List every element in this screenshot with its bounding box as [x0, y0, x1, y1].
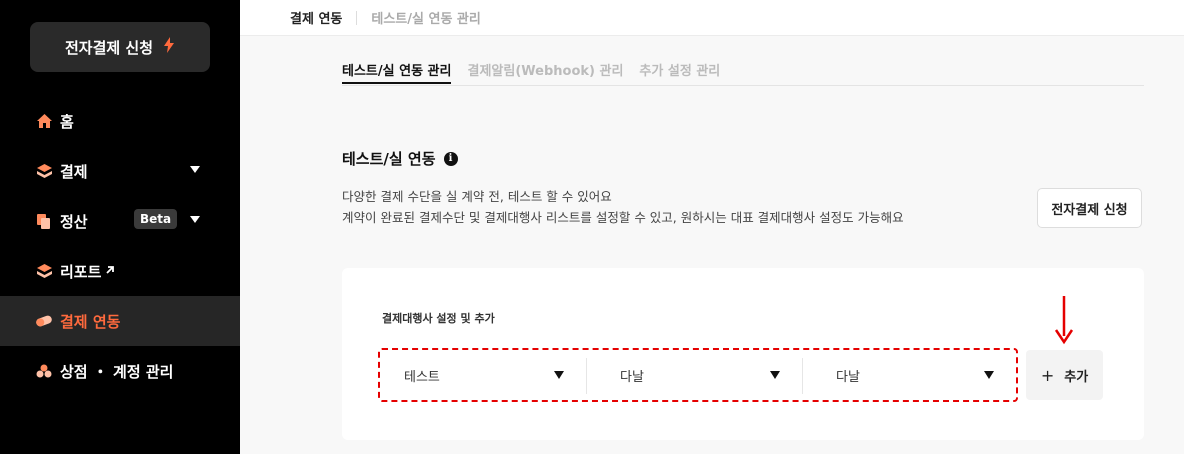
pill-icon	[36, 313, 52, 329]
sidebar-item-payment[interactable]: 결제	[0, 146, 240, 196]
breadcrumb-item-payment-integration[interactable]: 결제 연동	[290, 8, 342, 27]
select-divider	[802, 358, 803, 394]
tab-additional-settings[interactable]: 추가 설정 관리	[639, 50, 720, 85]
sidebar-item-report[interactable]: 리포트	[0, 246, 240, 296]
layers-icon	[36, 163, 52, 179]
section-description-line1: 다양한 결제 수단을 실 계약 전, 테스트 할 수 있어요	[342, 189, 612, 204]
caret-down-icon	[554, 371, 564, 379]
pg-select-group: 테스트 다날 다날	[378, 348, 1018, 402]
sidebar-item-home[interactable]: 홈	[0, 96, 240, 146]
add-pg-button[interactable]: + 추가	[1026, 350, 1103, 400]
section-title: 테스트/실 연동 i	[342, 148, 458, 169]
pg-settings-label: 결제대행사 설정 및 추가	[382, 312, 495, 325]
lightning-icon	[163, 37, 175, 57]
tab-bar: 테스트/실 연동 관리 결제알림(Webhook) 관리 추가 설정 관리	[342, 50, 1144, 86]
sidebar-apply-payment-button[interactable]: 전자결제 신청	[30, 22, 210, 72]
chevron-down-icon	[190, 216, 200, 223]
environment-select[interactable]: 테스트	[380, 353, 586, 397]
users-icon	[36, 363, 52, 379]
beta-badge: Beta	[134, 209, 178, 229]
documents-icon	[36, 213, 52, 229]
layers-icon	[36, 263, 52, 279]
chevron-down-icon	[190, 166, 200, 173]
annotation-arrow-down-icon	[1054, 296, 1074, 345]
section-description-line2: 계약이 완료된 결제수단 및 결제대행사 리스트를 설정할 수 있고, 원하시는…	[342, 210, 904, 225]
add-pg-label: 추가	[1064, 369, 1089, 385]
pg-provider-select[interactable]: 다날	[596, 353, 802, 397]
sidebar-item-label: 상점 ・ 계정 관리	[60, 362, 174, 381]
sidebar-item-label: 결제 연동	[60, 312, 121, 331]
breadcrumb-item-test-live: 테스트/실 연동 관리	[371, 12, 481, 27]
sidebar-item-label: 결제	[60, 162, 88, 181]
external-link-icon	[105, 264, 115, 279]
pg-method-select-value: 다날	[836, 369, 860, 385]
tab-webhook-management[interactable]: 결제알림(Webhook) 관리	[467, 50, 623, 85]
home-icon	[36, 113, 52, 129]
plus-icon: +	[1040, 365, 1055, 385]
pg-method-select[interactable]: 다날	[812, 353, 1016, 397]
tab-test-live-management[interactable]: 테스트/실 연동 관리	[342, 50, 452, 84]
select-divider	[586, 358, 587, 394]
sidebar-item-store-account[interactable]: 상점 ・ 계정 관리	[0, 346, 240, 396]
sidebar-item-settlement[interactable]: 정산 Beta	[0, 196, 240, 246]
environment-select-value: 테스트	[404, 369, 440, 385]
pg-settings-card: 결제대행사 설정 및 추가 테스트 다날 다날 + 추가	[342, 268, 1144, 440]
caret-down-icon	[984, 371, 994, 379]
pg-provider-select-value: 다날	[620, 369, 644, 385]
sidebar: 전자결제 신청 홈 결제 정산 Beta 리포트 결제 연동 상점 ・ 계정 관…	[0, 0, 240, 454]
breadcrumb: 결제 연동 테스트/실 연동 관리	[240, 0, 1184, 36]
caret-down-icon	[770, 371, 780, 379]
sidebar-apply-payment-label: 전자결제 신청	[64, 38, 154, 57]
sidebar-item-payment-integration[interactable]: 결제 연동	[0, 296, 240, 346]
breadcrumb-divider	[356, 10, 358, 25]
apply-payment-button[interactable]: 전자결제 신청	[1037, 188, 1142, 228]
sidebar-item-label: 정산	[60, 212, 88, 231]
section-title-text: 테스트/실 연동	[342, 150, 436, 168]
sidebar-item-label: 홈	[60, 112, 74, 131]
sidebar-item-label: 리포트	[60, 262, 102, 281]
info-icon[interactable]: i	[443, 151, 458, 166]
